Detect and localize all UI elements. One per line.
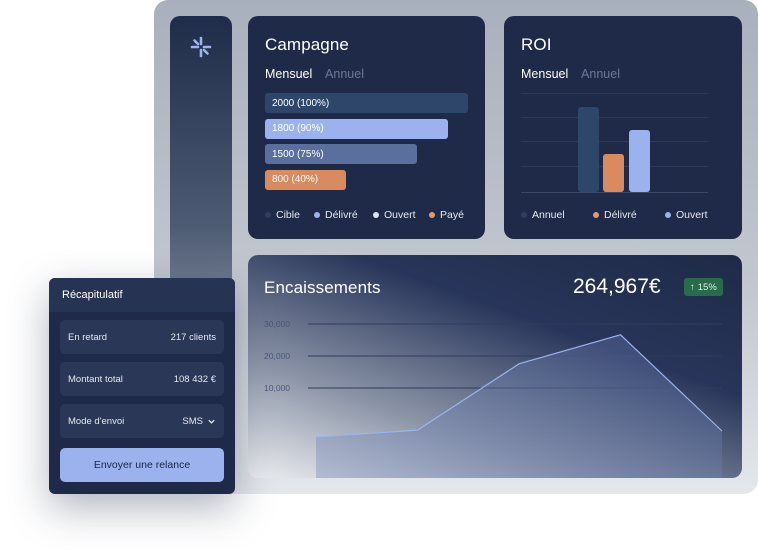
legend-dot bbox=[314, 212, 320, 218]
total-amount-row: Montant total 108 432 € bbox=[60, 362, 224, 396]
legend-dot bbox=[665, 212, 671, 218]
logo-icon[interactable] bbox=[190, 36, 212, 58]
row-value: SMS bbox=[182, 415, 203, 427]
legend-label: Annuel bbox=[532, 209, 565, 221]
campaign-bar[interactable]: 1800 (90%) bbox=[265, 118, 448, 139]
cash-area-chart bbox=[308, 323, 723, 478]
tab-mensuel[interactable]: Mensuel bbox=[521, 67, 568, 81]
legend-label: Délivré bbox=[604, 209, 637, 221]
tab-annuel[interactable]: Annuel bbox=[581, 67, 620, 81]
row-value: 217 clients bbox=[170, 331, 216, 343]
campaign-bar[interactable]: 800 (40%) bbox=[265, 169, 347, 190]
y-tick: 20,000 bbox=[264, 351, 290, 361]
legend-label: Délivré bbox=[325, 209, 358, 221]
y-tick: 10,000 bbox=[264, 383, 290, 393]
campaign-bar[interactable]: 2000 (100%) bbox=[265, 93, 468, 113]
tab-mensuel[interactable]: Mensuel bbox=[265, 67, 312, 81]
legend-label: Ouvert bbox=[384, 209, 416, 221]
campaign-title: Campagne bbox=[265, 35, 349, 54]
legend-item: Délivré bbox=[314, 209, 358, 221]
legend-dot bbox=[265, 212, 271, 218]
roi-bar[interactable] bbox=[629, 130, 650, 192]
legend-label: Payé bbox=[440, 209, 464, 221]
roi-card: ROI Mensuel Annuel Annuel Délivré Ouvert bbox=[504, 16, 742, 239]
legend-item: Annuel bbox=[521, 209, 565, 221]
summary-title: Récapitulatif bbox=[49, 278, 235, 312]
send-reminder-button[interactable]: Envoyer une relance bbox=[60, 448, 224, 482]
legend-item: Ouvert bbox=[665, 209, 708, 221]
legend-label: Ouvert bbox=[676, 209, 708, 221]
legend-item: Ouvert bbox=[373, 209, 416, 221]
row-label: Mode d'envoi bbox=[68, 415, 125, 427]
row-label: En retard bbox=[68, 331, 108, 343]
roi-bar[interactable] bbox=[578, 107, 599, 192]
y-tick: 30,000 bbox=[264, 319, 290, 329]
roi-title: ROI bbox=[521, 35, 552, 54]
summary-panel: Récapitulatif En retard 217 clients Mont… bbox=[49, 278, 235, 494]
legend-dot bbox=[429, 212, 435, 218]
chevron-down-icon bbox=[208, 419, 215, 424]
campaign-bar[interactable]: 1500 (75%) bbox=[265, 144, 418, 164]
legend-label: Cible bbox=[276, 209, 300, 221]
roi-bar[interactable] bbox=[603, 154, 624, 192]
legend-item: Délivré bbox=[593, 209, 637, 221]
campaign-card: Campagne Mensuel Annuel 2000 (100%) 1800 … bbox=[248, 16, 485, 239]
row-value: 108 432 € bbox=[173, 373, 216, 385]
send-mode-select[interactable]: Mode d'envoi SMS bbox=[60, 404, 224, 438]
legend-dot bbox=[521, 212, 527, 218]
row-label: Montant total bbox=[68, 373, 123, 385]
cash-collection-card: Encaissements 264,967€ ↑ 15% 30,000 20,0… bbox=[248, 255, 742, 478]
legend-dot bbox=[593, 212, 599, 218]
legend-item: Payé bbox=[429, 209, 464, 221]
legend-dot bbox=[373, 212, 379, 218]
tab-annuel[interactable]: Annuel bbox=[325, 67, 364, 81]
legend-item: Cible bbox=[265, 209, 300, 221]
overdue-row: En retard 217 clients bbox=[60, 320, 224, 354]
